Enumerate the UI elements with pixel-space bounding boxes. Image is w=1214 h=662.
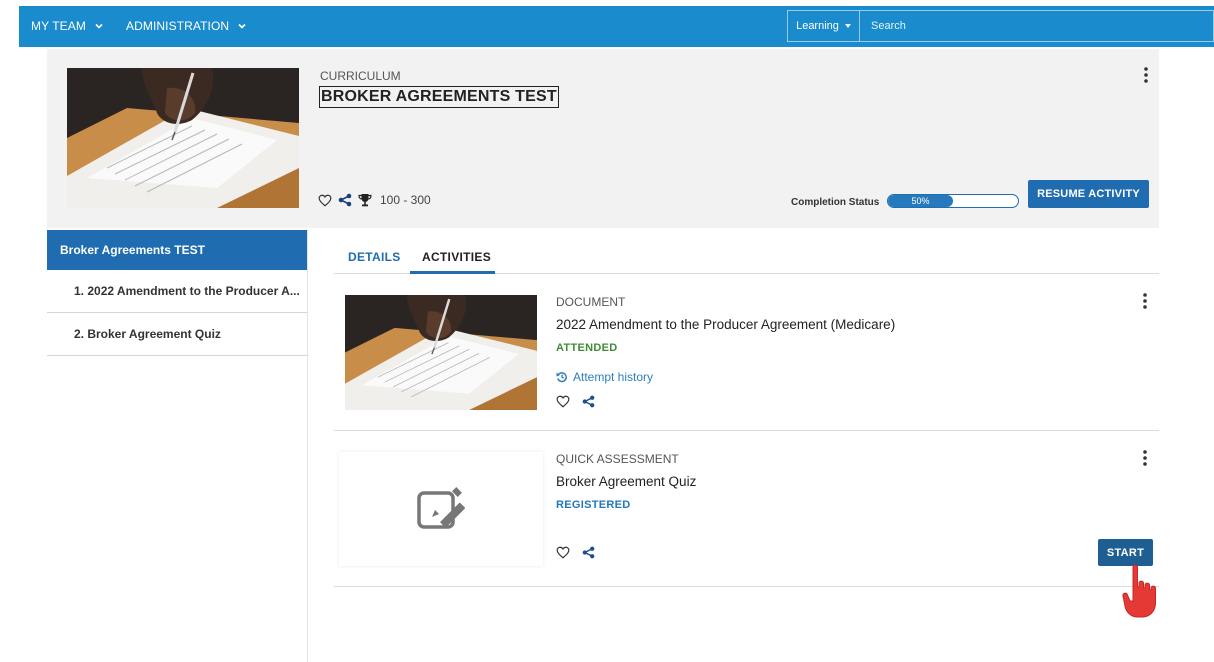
completion-percent-text: 50% [911,196,930,206]
sidebar-item-quiz[interactable]: 2. Broker Agreement Quiz [47,313,307,356]
nav-my-team[interactable]: MY TEAM [31,19,104,33]
heart-icon[interactable] [556,546,570,559]
activity-status-badge: ATTENDED [556,342,618,354]
activity-type: QUICK ASSESSMENT [556,452,679,466]
nav-my-team-label: MY TEAM [31,19,86,33]
attempt-history-label: Attempt history [573,370,654,384]
activity-status-badge: REGISTERED [556,499,631,511]
tab-activities[interactable]: ACTIVITIES [422,250,491,264]
share-icon[interactable] [338,193,352,207]
activity-type: DOCUMENT [556,295,626,309]
activity-actions [556,546,595,559]
tab-details[interactable]: DETAILS [348,250,401,264]
heart-icon[interactable] [318,194,332,207]
heart-icon[interactable] [556,395,570,408]
search-scope-select[interactable]: Learning [788,11,860,41]
activity-title[interactable]: Broker Agreement Quiz [556,474,696,489]
caret-down-icon [844,24,851,28]
attempt-history-link[interactable]: Attempt history [556,370,653,384]
chevron-down-icon [238,23,246,29]
kebab-menu-icon[interactable] [1138,449,1152,467]
resume-activity-button[interactable]: RESUME ACTIVITY [1028,180,1149,208]
sidebar-item-curriculum[interactable]: Broker Agreements TEST [47,230,307,270]
search-bar: Learning [787,10,1214,42]
sidebar-divider [307,230,308,662]
share-icon[interactable] [582,546,595,559]
content-tabs: DETAILS ACTIVITIES [334,240,1159,274]
points-range: 100 - 300 [380,193,431,207]
trophy-icon [358,194,372,207]
nav-administration-label: ADMINISTRATION [126,19,230,33]
completion-progress-fill: 50% [888,195,953,207]
chevron-down-icon [95,23,103,29]
curriculum-header: CURRICULUM BROKER AGREEMENTS TEST 100 - … [47,49,1159,228]
activity-thumbnail[interactable] [345,295,537,410]
share-icon[interactable] [582,395,595,408]
activity-actions [556,395,595,408]
sidebar-item-amendment[interactable]: 1. 2022 Amendment to the Producer A... [47,270,307,313]
search-input[interactable] [860,11,1213,41]
top-navigation-bar: MY TEAM ADMINISTRATION Learning [19,6,1214,47]
kebab-menu-icon[interactable] [1138,292,1152,310]
curriculum-type: CURRICULUM [320,69,401,83]
activity-thumbnail[interactable] [339,452,543,566]
activity-card-document: DOCUMENT 2022 Amendment to the Producer … [334,275,1159,431]
edit-icon [417,487,465,529]
curriculum-actions: 100 - 300 [318,193,431,207]
curriculum-sidebar: Broker Agreements TEST 1. 2022 Amendment… [47,230,307,356]
search-scope-label: Learning [796,20,839,32]
kebab-menu-icon[interactable] [1139,66,1153,84]
curriculum-thumbnail [67,68,299,208]
history-icon [556,372,567,383]
start-button[interactable]: START [1098,539,1153,566]
hand-pointer-icon [1122,564,1156,618]
page-title: BROKER AGREEMENTS TEST [319,86,559,108]
completion-status-label: Completion Status [791,197,880,208]
completion-progress-bar: 50% [887,194,1019,208]
activity-title[interactable]: 2022 Amendment to the Producer Agreement… [556,317,895,332]
active-tab-indicator [410,271,495,274]
nav-administration[interactable]: ADMINISTRATION [126,19,247,33]
activity-card-quiz: QUICK ASSESSMENT Broker Agreement Quiz R… [334,432,1159,587]
